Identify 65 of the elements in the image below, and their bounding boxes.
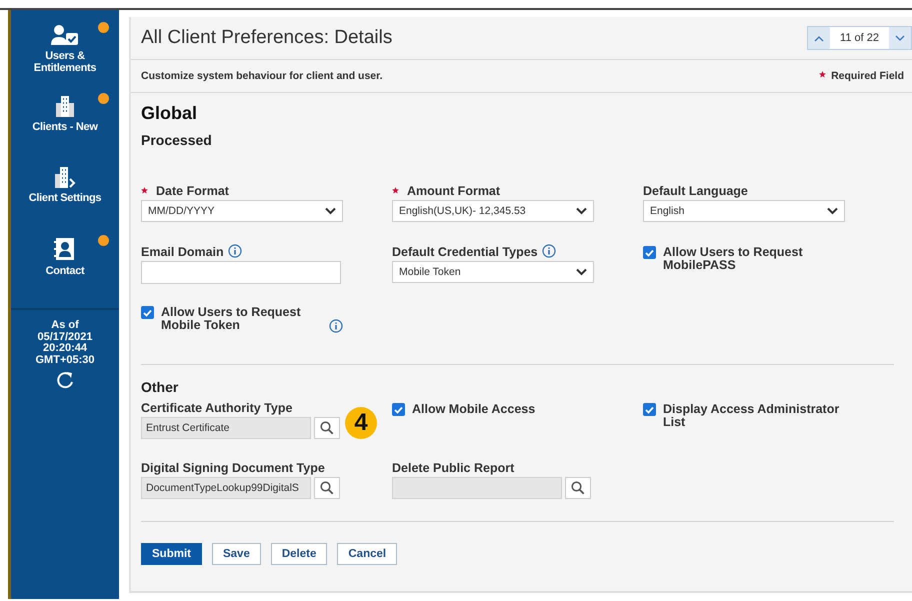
user-check-icon <box>51 24 79 46</box>
input-field[interactable] <box>141 261 341 284</box>
sidebar-item[interactable]: Contact <box>11 237 119 308</box>
field-label: Delete Public Report <box>392 461 514 475</box>
required-icon <box>819 71 826 78</box>
checkbox-label: Allow Users to Request Mobile Token <box>161 306 302 332</box>
checkbox[interactable] <box>392 403 405 416</box>
lookup-field[interactable]: DocumentTypeLookup99DigitalS <box>141 477 311 499</box>
search-button[interactable] <box>314 477 340 499</box>
action-button[interactable]: Delete <box>270 543 328 565</box>
sidebar-item[interactable]: Clients - New <box>11 95 119 166</box>
timestamp-text: GMT+05:30 <box>36 354 94 366</box>
chevron-down-icon <box>576 268 587 276</box>
lookup-field[interactable]: Entrust Certificate <box>141 417 311 439</box>
step-badge: 4 <box>345 407 377 439</box>
record-pager: 11 of 22 <box>807 26 912 50</box>
search-button[interactable] <box>314 417 340 439</box>
select-field[interactable]: MM/DD/YYYY <box>141 200 343 222</box>
chevron-down-icon[interactable] <box>889 27 911 49</box>
lookup-field[interactable] <box>392 477 562 499</box>
page-title: All Client Preferences: Details <box>141 27 392 49</box>
checkbox[interactable] <box>141 306 154 319</box>
legend-text: Required Field <box>831 70 904 82</box>
select-field[interactable]: Mobile Token <box>392 261 594 283</box>
chevron-down-icon <box>576 207 587 215</box>
chevron-down-icon <box>325 207 336 215</box>
search-icon <box>320 481 334 495</box>
search-icon <box>571 481 585 495</box>
sidebar-item[interactable]: Client Settings <box>11 166 119 237</box>
sidebar-item[interactable]: Users & Entitlements <box>11 24 119 95</box>
chevron-down-icon <box>827 207 838 215</box>
timestamp-text: 20:20:44 <box>42 343 88 354</box>
section-subtitle: Processed <box>141 132 213 148</box>
info-icon[interactable] <box>542 244 556 258</box>
field-label: Certificate Authority Type <box>141 401 292 415</box>
refresh-icon[interactable] <box>55 370 75 390</box>
action-button[interactable]: Save <box>212 543 261 565</box>
action-button[interactable]: Cancel <box>337 543 398 565</box>
checkbox[interactable] <box>643 246 656 259</box>
checkbox-label: Allow Mobile Access <box>412 403 536 416</box>
timestamp-text: As of <box>51 320 79 332</box>
building-icon <box>54 166 76 188</box>
field-label: Date Format <box>156 184 229 198</box>
contact-card-icon <box>54 237 76 261</box>
info-icon[interactable] <box>228 244 242 258</box>
checkbox-label: Allow Users to Request MobilePASS <box>663 246 804 272</box>
chevron-up-icon[interactable] <box>808 27 830 49</box>
select-field[interactable]: English(US,UK)- 12,345.53 <box>392 200 594 222</box>
section-title: Other <box>141 379 180 395</box>
field-label: Default Language <box>643 184 748 198</box>
search-button[interactable] <box>565 477 591 499</box>
building-icon <box>54 95 76 117</box>
search-icon <box>320 421 334 435</box>
checkbox-label: Display Access Administrator List <box>663 403 840 429</box>
submit-button[interactable]: Submit <box>141 543 202 565</box>
checkbox[interactable] <box>643 403 656 416</box>
field-label: Email Domain <box>141 245 224 259</box>
select-field[interactable]: English <box>643 200 845 222</box>
timestamp-text: 05/17/2021 <box>37 332 93 343</box>
field-label: Default Credential Types <box>392 245 538 259</box>
info-icon[interactable] <box>329 319 343 333</box>
field-label: Amount Format <box>407 184 500 198</box>
description-text: Customize system behaviour for client and user. <box>141 70 383 82</box>
section-title: Global <box>141 103 198 124</box>
field-label: Digital Signing Document Type <box>141 461 325 475</box>
